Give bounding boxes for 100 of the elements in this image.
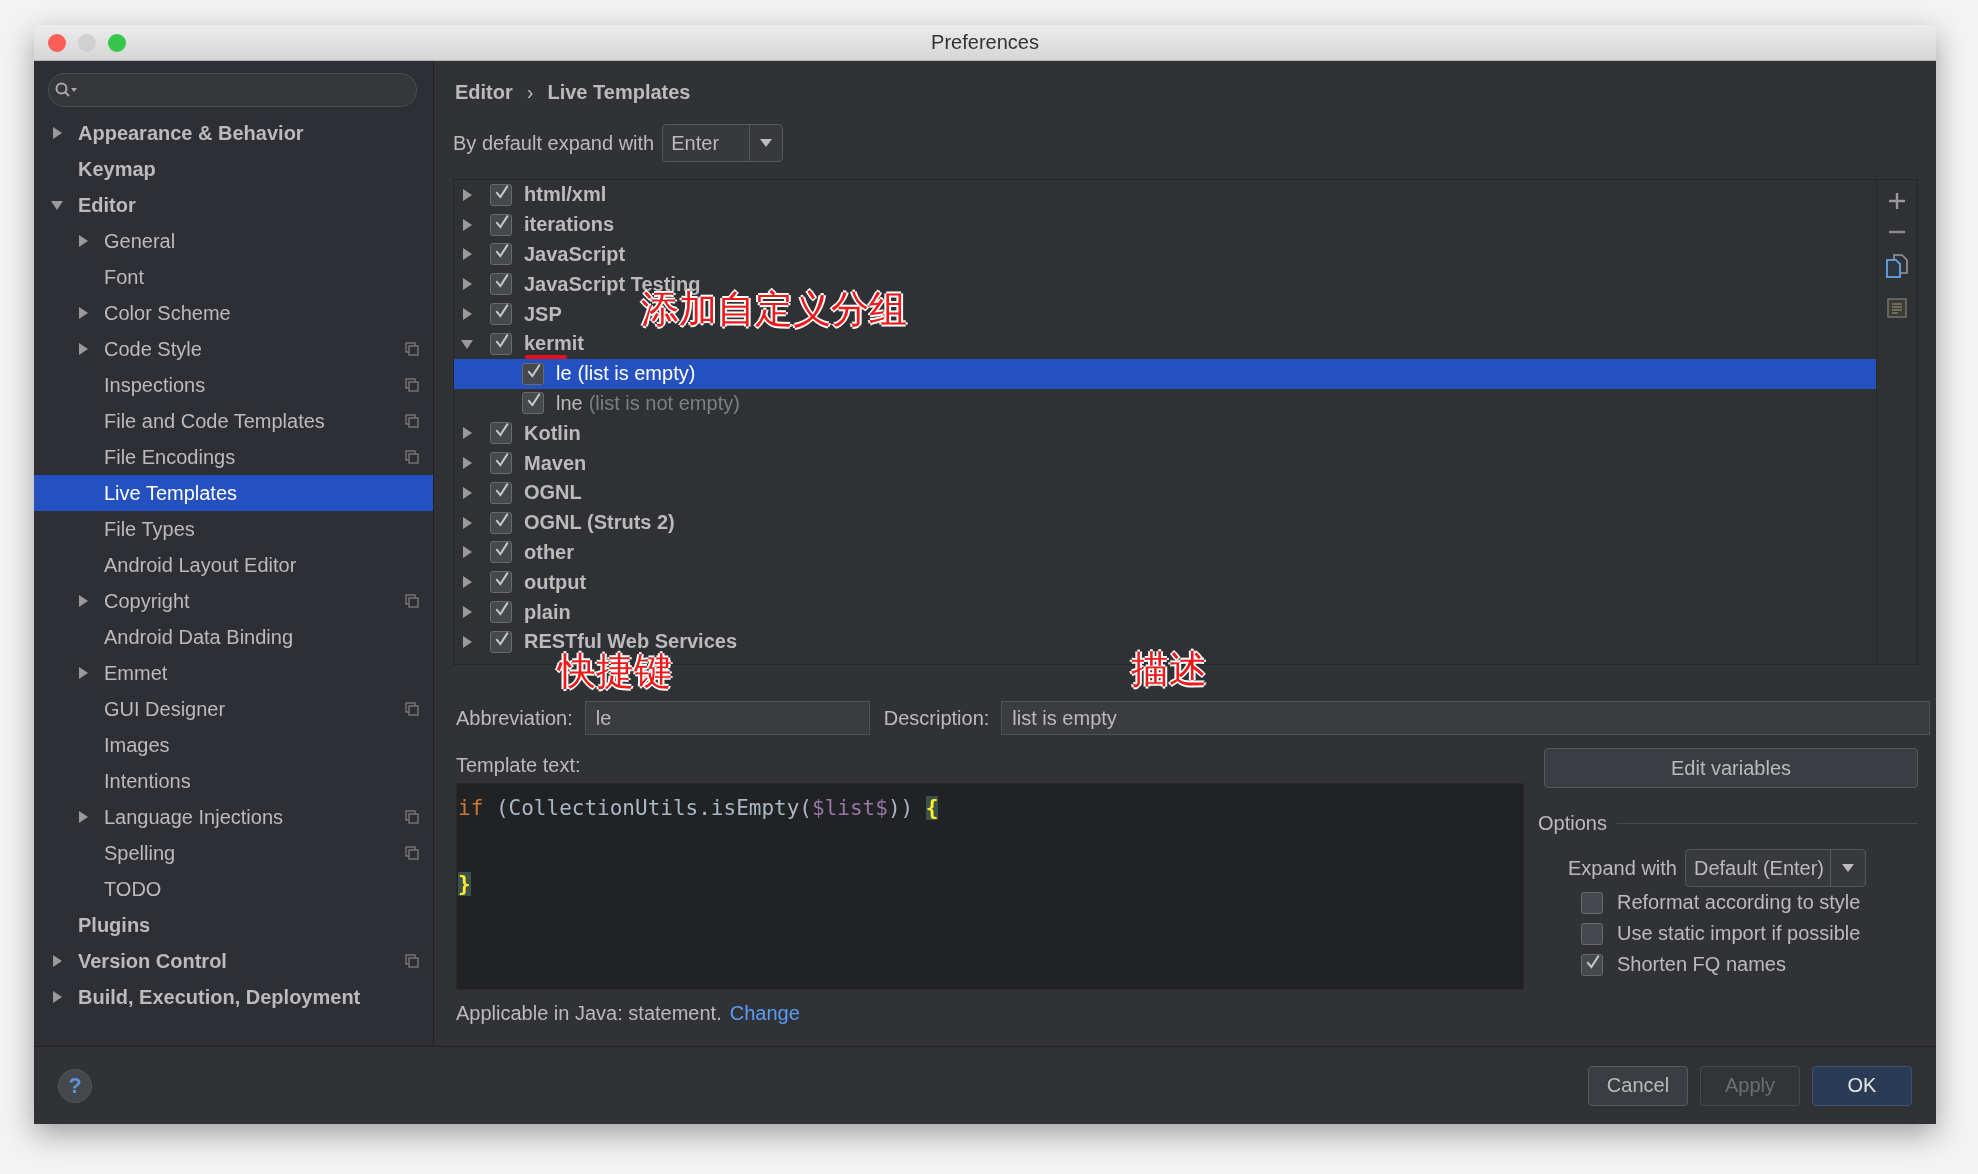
- sidebar-item[interactable]: Editor: [34, 187, 433, 223]
- sidebar-item[interactable]: Android Layout Editor: [34, 547, 433, 583]
- template-row[interactable]: lne (list is not empty): [454, 388, 1876, 419]
- sidebar-item[interactable]: File Encodings: [34, 439, 433, 475]
- checkbox[interactable]: [490, 571, 512, 594]
- annotation-text: 描述: [1131, 649, 1207, 691]
- checkbox[interactable]: [490, 452, 512, 475]
- change-link[interactable]: Change: [729, 1002, 800, 1025]
- breadcrumb-item: Live Templates: [547, 80, 691, 104]
- checkbox[interactable]: [522, 392, 544, 415]
- abbreviation-label: Abbreviation:: [456, 706, 573, 730]
- template-group-row[interactable]: output: [454, 567, 591, 598]
- template-group-row[interactable]: Kotlin: [454, 418, 585, 449]
- add-icon[interactable]: [1888, 192, 1906, 210]
- checkbox[interactable]: [490, 243, 512, 266]
- checkbox[interactable]: [490, 511, 512, 534]
- sidebar-item[interactable]: GUI Designer: [34, 691, 433, 727]
- sidebar-item[interactable]: Font: [34, 259, 433, 295]
- checkbox-label: Use static import if possible: [1617, 922, 1861, 945]
- expand-arrow-icon[interactable]: [460, 307, 474, 322]
- expand-arrow-icon[interactable]: [460, 426, 474, 441]
- expand-arrow-icon[interactable]: [460, 277, 474, 292]
- sidebar-item[interactable]: Copyright: [34, 583, 433, 619]
- edit-variables-button[interactable]: Edit variables: [1544, 748, 1918, 788]
- expand-arrow-icon[interactable]: [460, 605, 474, 620]
- sidebar-item[interactable]: General: [34, 223, 433, 259]
- sidebar-item[interactable]: Build, Execution, Deployment: [34, 979, 433, 1015]
- expand-arrow-icon[interactable]: [460, 575, 474, 590]
- dropdown-caret-icon: [760, 138, 773, 148]
- sidebar-item[interactable]: Images: [34, 727, 433, 763]
- template-group-row[interactable]: kermit: [454, 329, 589, 359]
- checkbox-label: Shorten FQ names: [1617, 953, 1786, 976]
- checkbox[interactable]: [1581, 922, 1603, 945]
- dialog-button[interactable]: Cancel: [1588, 1065, 1688, 1106]
- expand-arrow-icon[interactable]: [460, 187, 474, 202]
- sidebar-item[interactable]: Plugins: [34, 907, 433, 943]
- expand-arrow-icon[interactable]: [460, 485, 474, 500]
- template-group-row[interactable]: JavaScript: [454, 239, 630, 270]
- remove-icon[interactable]: [1888, 230, 1906, 234]
- description-label: Description:: [883, 706, 990, 730]
- checkbox[interactable]: [490, 303, 512, 326]
- dropdown-caret-icon: [1842, 863, 1855, 873]
- checkbox[interactable]: [1581, 953, 1603, 976]
- sidebar-item[interactable]: Inspections: [34, 367, 433, 403]
- checkbox[interactable]: [1581, 891, 1603, 914]
- checkbox[interactable]: [490, 422, 512, 445]
- sidebar-item[interactable]: Android Data Binding: [34, 619, 433, 655]
- window-title: Preferences: [931, 31, 1039, 54]
- template-group-row[interactable]: Maven: [454, 448, 591, 478]
- sidebar-item[interactable]: TODO: [34, 871, 433, 907]
- template-abbreviation: le: [556, 362, 572, 386]
- sidebar-item[interactable]: Version Control: [34, 943, 433, 979]
- checkbox[interactable]: [490, 213, 512, 236]
- checkbox[interactable]: [490, 183, 512, 206]
- sidebar-item[interactable]: Keymap: [34, 151, 433, 187]
- sidebar-item[interactable]: Emmet: [34, 655, 433, 691]
- dialog-button[interactable]: OK: [1812, 1065, 1912, 1106]
- expand-arrow-icon[interactable]: [460, 634, 474, 649]
- expand-dropdown[interactable]: Enter: [662, 124, 784, 162]
- sidebar-item[interactable]: Appearance & Behavior: [34, 115, 433, 151]
- checkbox[interactable]: [490, 630, 512, 653]
- sidebar-item[interactable]: Live Templates: [34, 475, 433, 511]
- sidebar-item[interactable]: Intentions: [34, 763, 433, 799]
- expand-with-dropdown[interactable]: Default (Enter): [1684, 849, 1867, 887]
- template-group-row[interactable]: JSP: [454, 299, 566, 329]
- checkbox[interactable]: [490, 332, 512, 355]
- template-group-row[interactable]: iterations: [454, 209, 619, 240]
- checkbox[interactable]: [490, 273, 512, 296]
- expand-arrow-icon[interactable]: [460, 247, 474, 262]
- expand-arrow-icon[interactable]: [460, 456, 474, 471]
- sidebar-item[interactable]: File and Code Templates: [34, 403, 433, 439]
- template-description: (list is not empty): [588, 391, 740, 415]
- template-group-row[interactable]: html/xml: [454, 180, 611, 210]
- search-field[interactable]: [48, 73, 417, 107]
- sidebar-item[interactable]: Color Scheme: [34, 295, 433, 331]
- applicable-context-text: Applicable in Java: statement.: [456, 1002, 722, 1025]
- template-group-row[interactable]: other: [454, 537, 578, 568]
- checkbox[interactable]: [522, 362, 544, 385]
- template-group-row[interactable]: OGNL: [454, 477, 586, 508]
- template-group-row[interactable]: OGNL (Struts 2): [454, 507, 679, 538]
- template-text-editor[interactable]: if (CollectionUtils.isEmpty($list$)) { }: [456, 783, 1524, 990]
- sidebar-item[interactable]: Code Style: [34, 331, 433, 367]
- checkbox[interactable]: [490, 601, 512, 624]
- template-description: (list is empty): [577, 362, 696, 386]
- search-icon: [55, 82, 79, 98]
- expand-arrow-icon[interactable]: [460, 217, 474, 232]
- checkbox-label: Reformat according to style: [1617, 891, 1861, 914]
- template-row[interactable]: le (list is empty): [454, 358, 1876, 389]
- sidebar-item[interactable]: Language Injections: [34, 799, 433, 835]
- expand-arrow-icon[interactable]: [460, 545, 474, 560]
- sidebar-item[interactable]: File Types: [34, 511, 433, 547]
- checkbox[interactable]: [490, 541, 512, 564]
- description-field[interactable]: list is empty: [1001, 701, 1930, 735]
- template-text-label: Template text:: [456, 754, 582, 777]
- abbreviation-field[interactable]: le: [584, 701, 870, 735]
- copy-icon[interactable]: [1886, 254, 1908, 278]
- sidebar-item[interactable]: Spelling: [34, 835, 433, 871]
- expand-arrow-icon[interactable]: [460, 515, 474, 530]
- checkbox[interactable]: [490, 481, 512, 504]
- template-group-row[interactable]: plain: [454, 597, 575, 627]
